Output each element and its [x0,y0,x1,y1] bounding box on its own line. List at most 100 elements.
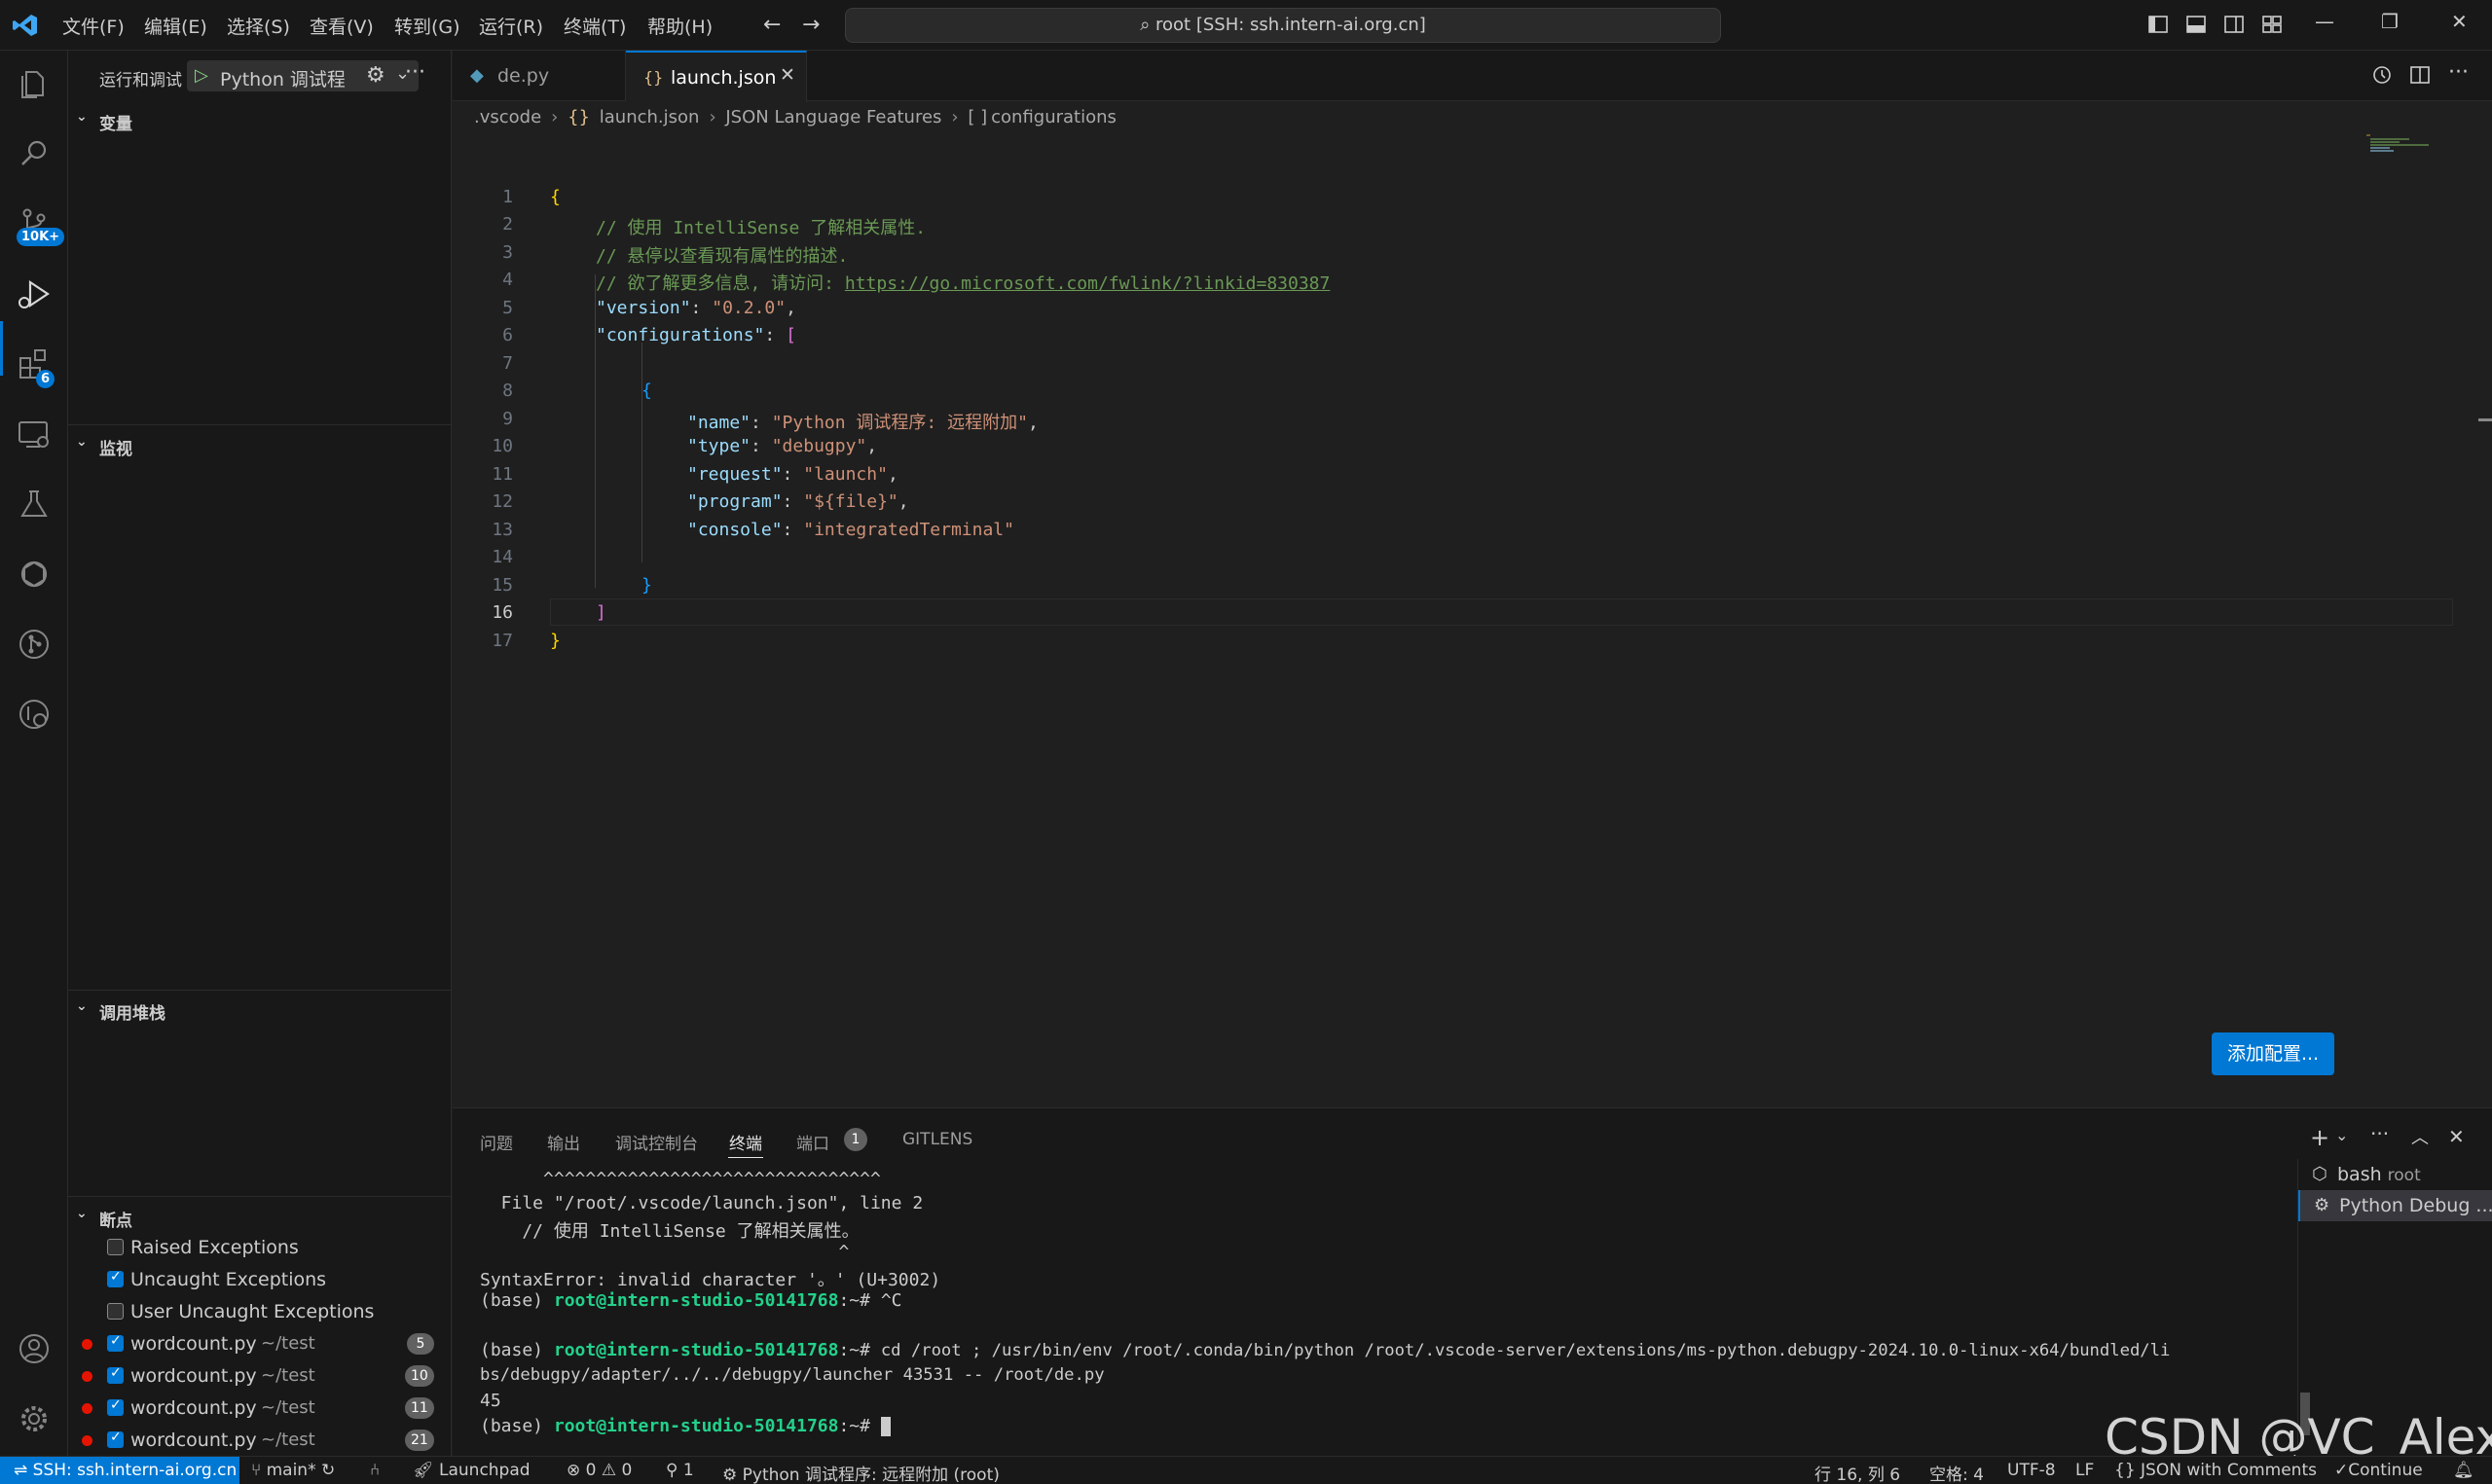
breakpoint-row[interactable]: wordcount.py ~/test 10 [68,1360,452,1392]
braces-icon: {} [2114,1461,2136,1480]
code-editor[interactable]: 1 2 3 4 5 6 7 8 9 10 11 12 13 14 15 16 1… [453,132,2492,677]
more-actions-icon[interactable]: ··· [2370,1122,2389,1145]
checkbox[interactable] [107,1239,124,1255]
tab-output[interactable]: 输出 [547,1130,580,1154]
breadcrumb-item[interactable]: JSON Language Features [725,107,941,127]
toggle-primary-sidebar-icon[interactable] [2147,14,2169,35]
remote-indicator[interactable]: ⇌ SSH: ssh.intern-ai.org.cn [0,1457,239,1484]
launchpad-item[interactable]: 🚀︎ Launchpad [413,1461,531,1480]
terminal-item-bash[interactable]: ⬡ bash root [2298,1159,2492,1190]
remote-explorer-icon[interactable] [15,415,54,453]
section-breakpoints[interactable]: ⌄ 断点 [68,1202,452,1231]
more-actions-icon[interactable]: ··· [2448,60,2469,85]
manage-gear-icon[interactable] [15,1399,54,1438]
close-icon[interactable]: ✕ [780,64,795,86]
nav-back-icon[interactable]: ← [763,13,781,37]
code-line: { [550,187,561,207]
menu-view[interactable]: 查看(V) [310,13,374,39]
tab-problems[interactable]: 问题 [480,1130,513,1154]
menu-edit[interactable]: 编辑(E) [144,13,207,39]
tab-debug-console[interactable]: 调试控制台 [615,1130,698,1154]
extensions-icon[interactable]: 6 [15,344,55,388]
menu-terminal[interactable]: 终端(T) [564,13,626,39]
toggle-secondary-sidebar-icon[interactable] [2223,14,2245,35]
breakpoint-row[interactable]: wordcount.py ~/test 21 [68,1425,452,1456]
menu-run[interactable]: 运行(R) [479,13,543,39]
docs-link[interactable]: https://go.microsoft.com/fwlink/?linkid=… [845,273,1331,294]
start-debugging-icon[interactable]: ▷ [195,65,208,86]
breadcrumb-item[interactable]: configurations [991,107,1117,127]
branch-item[interactable]: ⑂ main* ↻ [251,1461,335,1480]
maximize-panel-icon[interactable]: ︿ [2411,1124,2429,1149]
exception-raised[interactable]: Raised Exceptions [68,1232,452,1263]
terminal-item-python-debug[interactable]: ⚙ Python Debug ... [2298,1190,2492,1221]
add-configuration-button[interactable]: 添加配置... [2212,1032,2334,1075]
cursor-position[interactable]: 行 16, 列 6 [1814,1461,1900,1484]
ports-item[interactable]: ⚲ 1 [666,1461,694,1480]
chevron-down-icon[interactable]: ⌄ [2335,1126,2348,1144]
gear-icon[interactable]: ⚙ [366,63,385,88]
source-control-icon[interactable]: 10K+ [15,204,65,246]
menu-go[interactable]: 转到(G) [394,13,460,39]
explorer-icon[interactable] [15,64,54,103]
close-window-icon[interactable]: ✕ [2451,10,2468,33]
checkbox[interactable] [107,1430,124,1448]
customize-layout-icon[interactable] [2261,14,2283,35]
menu-file[interactable]: 文件(F) [62,13,125,39]
menu-selection[interactable]: 选择(S) [227,13,290,39]
encoding[interactable]: UTF-8 [2007,1461,2056,1480]
gitlens-inspect-icon[interactable] [15,695,54,734]
command-center[interactable]: ⌕ root [SSH: ssh.intern-ai.org.cn] [845,8,1721,43]
divider [68,424,452,425]
toggle-panel-icon[interactable] [2185,14,2207,35]
menu-help[interactable]: 帮助(H) [647,13,713,39]
timeline-history-icon[interactable] [2370,64,2392,86]
section-watch[interactable]: ⌄ 监视 [68,430,452,459]
copilot-icon[interactable] [15,555,54,594]
search-icon[interactable] [15,134,54,173]
problems-item[interactable]: ⊗ 0 ⚠ 0 [567,1461,632,1480]
breadcrumb-item[interactable]: launch.json [600,107,700,127]
checkbox[interactable] [107,1269,124,1287]
end-of-line[interactable]: LF [2075,1461,2094,1480]
tab-gitlens[interactable]: GITLENS [902,1130,972,1149]
testing-icon[interactable] [15,485,54,524]
tab-ports[interactable]: 端口 [796,1130,829,1154]
debug-config-label: Python 调试程序: 远程附加 (root) [742,1466,1000,1484]
minimize-icon[interactable]: — [2315,10,2334,33]
nav-forward-icon[interactable]: → [802,13,820,37]
array-icon: [ ] [968,107,988,127]
checkbox[interactable] [107,1365,124,1384]
exception-user-uncaught[interactable]: User Uncaught Exceptions [68,1296,452,1327]
tab-launch-json[interactable]: {} launch.json ✕ [626,51,807,102]
more-actions-icon[interactable]: ··· [405,60,425,85]
section-callstack[interactable]: ⌄ 调用堆栈 [68,995,452,1024]
checkbox[interactable] [107,1303,124,1320]
debug-config-item[interactable]: ⚙ Python 调试程序: 远程附加 (root) [722,1461,1000,1484]
continue-item[interactable]: ✓Continue [2334,1461,2423,1480]
gitlens-icon[interactable] [15,625,54,664]
restore-icon[interactable]: ❐ [2381,10,2399,33]
run-debug-icon[interactable] [15,274,54,313]
indentation[interactable]: 空格: 4 [1929,1461,1984,1484]
section-variables[interactable]: ⌄ 变量 [68,105,452,134]
breakpoint-file: wordcount.py [130,1365,257,1387]
checkbox[interactable] [107,1397,124,1416]
close-panel-icon[interactable]: ✕ [2448,1125,2465,1148]
accounts-icon[interactable] [15,1329,54,1368]
line-number: 11 [492,464,513,485]
breadcrumb-item[interactable]: .vscode [474,107,541,127]
checkbox[interactable] [107,1333,124,1352]
breakpoint-row[interactable]: wordcount.py ~/test 5 [68,1328,452,1359]
breakpoint-row[interactable]: wordcount.py ~/test 11 [68,1393,452,1424]
minimap[interactable] [2366,134,2464,163]
gitlens-status-icon[interactable]: ⑃ [370,1461,380,1480]
new-terminal-icon[interactable]: + [2310,1124,2329,1151]
terminal-output[interactable]: ^^^^^^^^^^^^^^^^^^^^^^^^^^^^^^^^ File "/… [480,1167,2310,1449]
exception-uncaught[interactable]: Uncaught Exceptions [68,1264,452,1295]
notifications-bell-icon[interactable]: 🔔︎ [2453,1461,2474,1480]
tab-terminal[interactable]: 终端 [729,1130,762,1154]
split-editor-icon[interactable] [2409,64,2431,86]
language-mode[interactable]: {} JSON with Comments [2114,1461,2317,1480]
tab-de-py[interactable]: ◆ de.py [453,51,626,101]
